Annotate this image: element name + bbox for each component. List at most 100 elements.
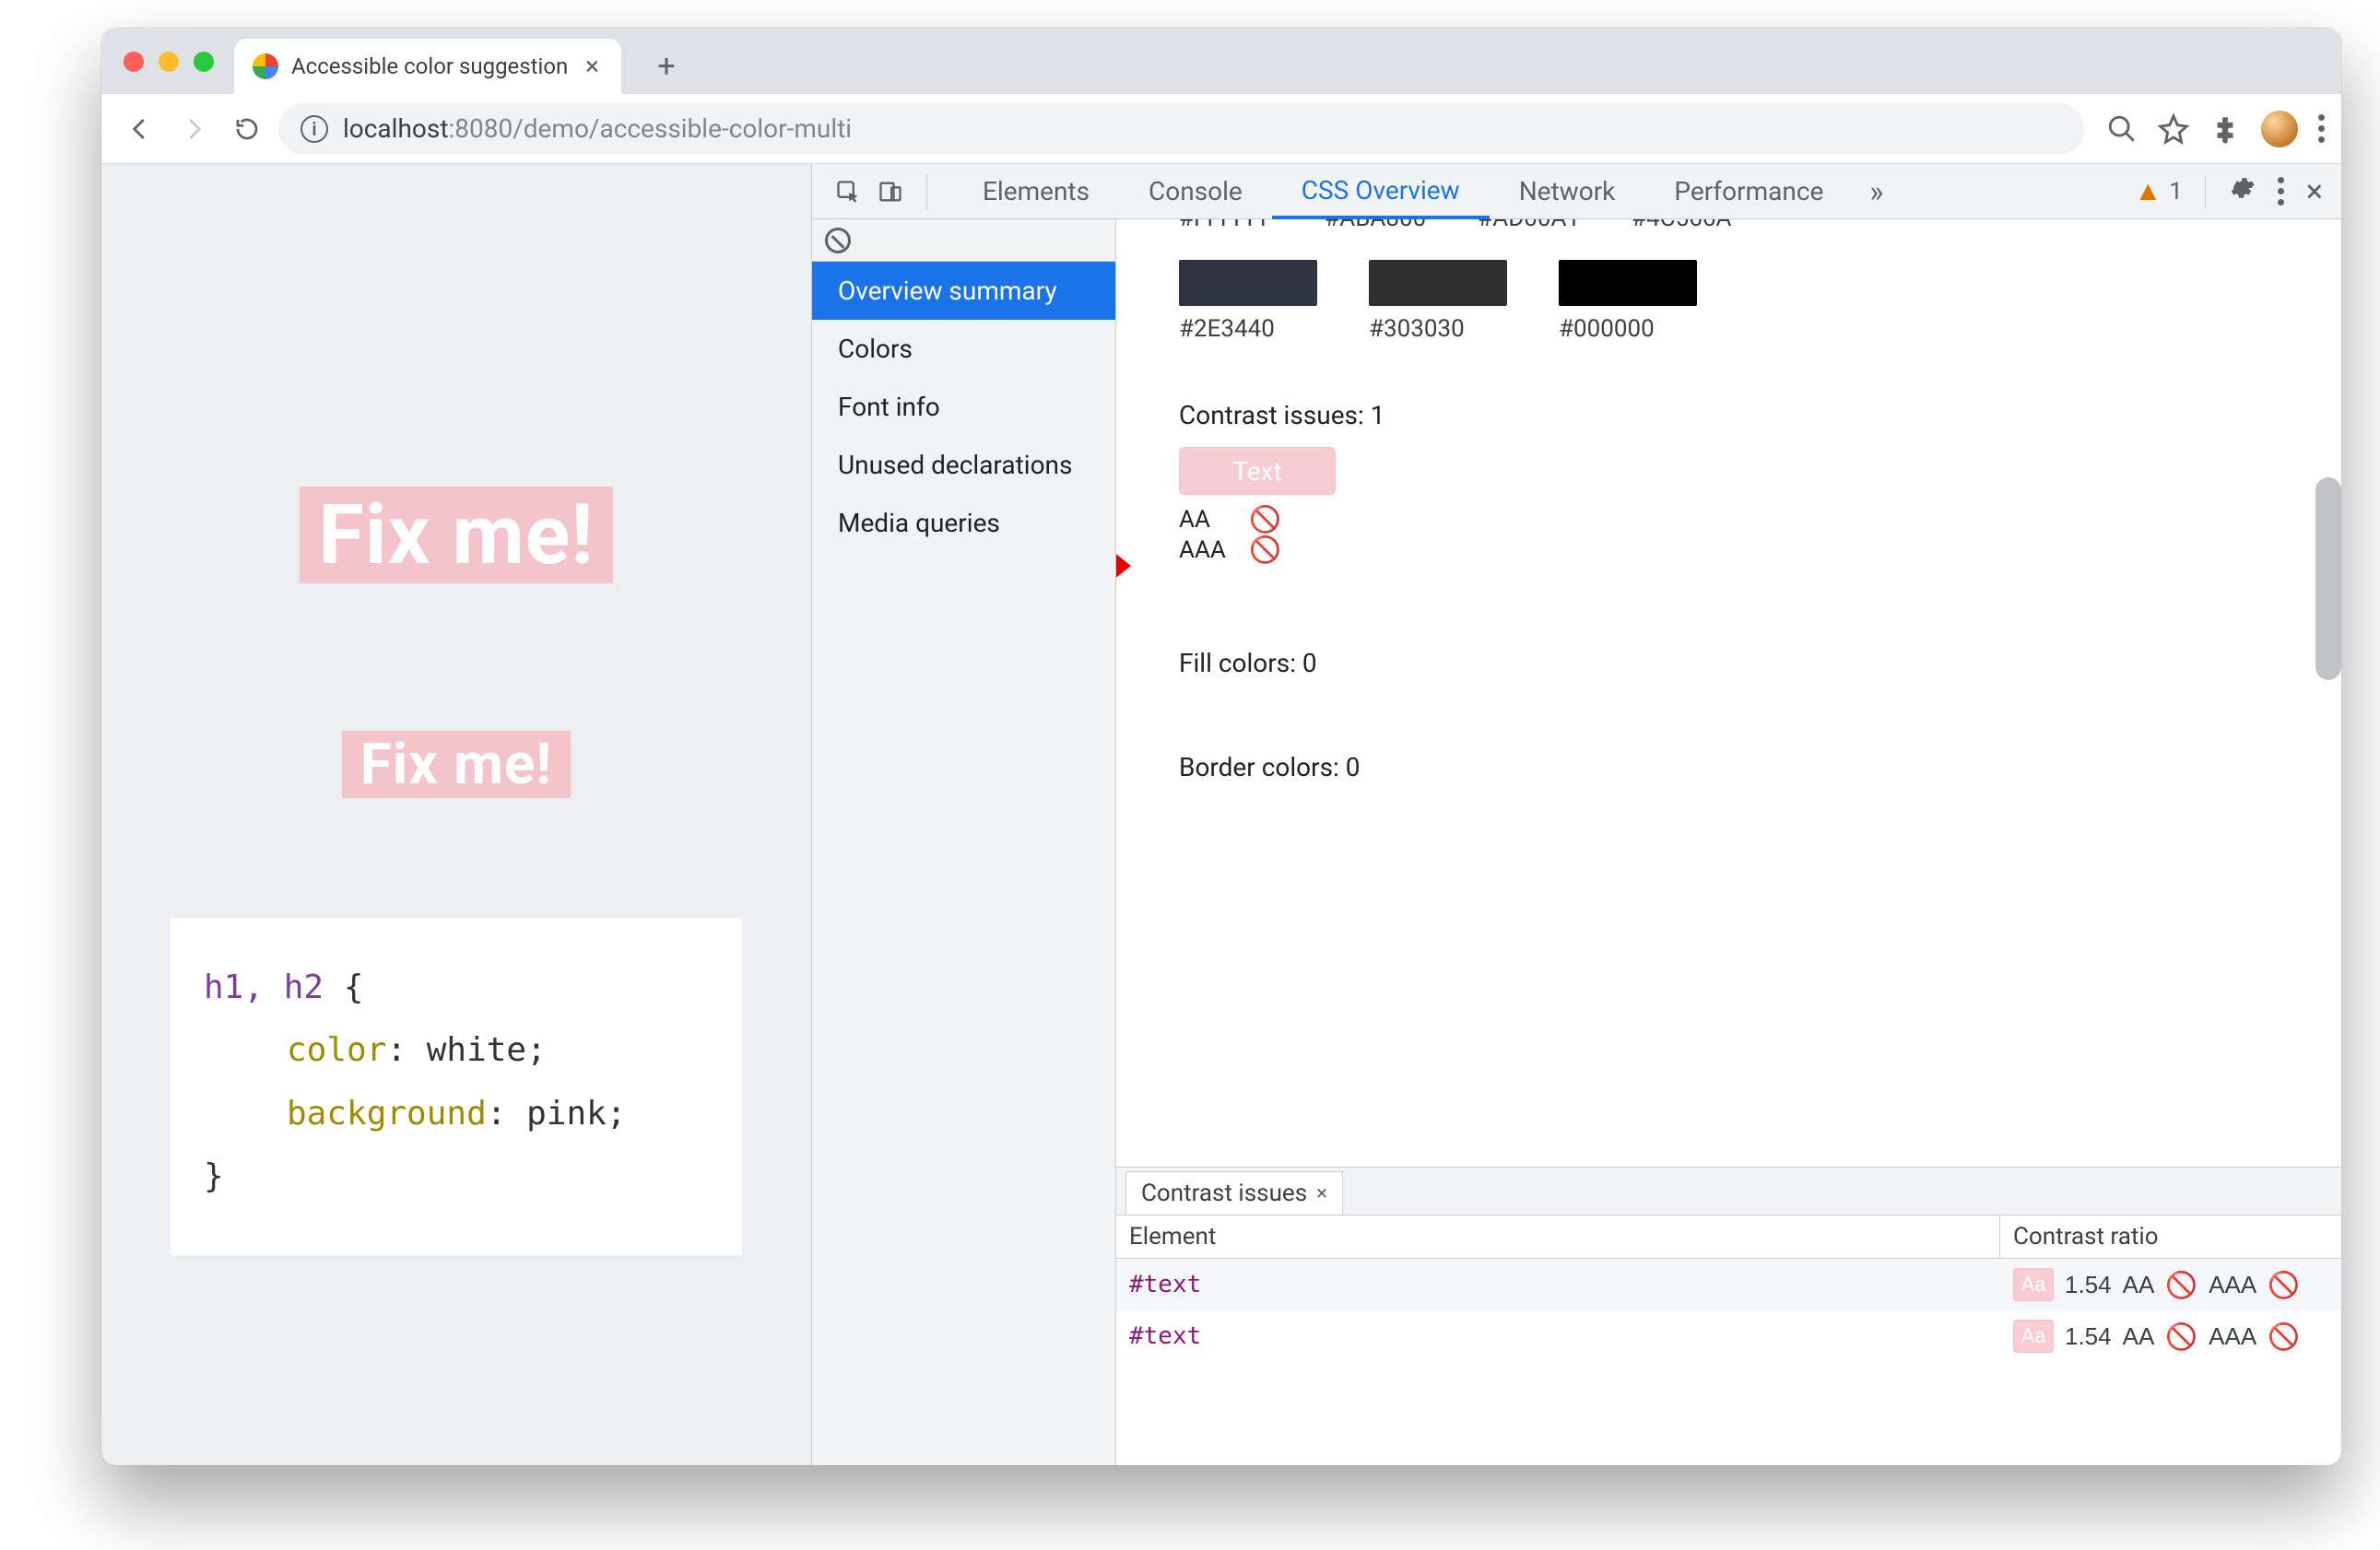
page-viewport: Fix me! Fix me! h1, h2 { color: white; b… bbox=[101, 164, 811, 1465]
swatch-label: #AD00A1 bbox=[1478, 219, 1580, 232]
url-path: :8080/demo/accessible-color-multi bbox=[448, 113, 852, 144]
swatch-label: #2E3440 bbox=[1179, 315, 1317, 343]
fail-icon: 🚫 bbox=[1249, 504, 1281, 534]
css-overview-main: #FFFFFF #ABA800 #AD00A1 #4C566A #2E3440 bbox=[1116, 219, 2341, 1465]
sidebar-item-media-queries[interactable]: Media queries bbox=[812, 494, 1115, 552]
sidebar-item-overview-summary[interactable]: Overview summary bbox=[812, 262, 1115, 320]
tab-performance[interactable]: Performance bbox=[1644, 164, 1853, 219]
inspect-element-icon[interactable] bbox=[829, 172, 867, 211]
url-host: localhost bbox=[343, 113, 448, 144]
table-row bbox=[1116, 1362, 2341, 1414]
issues-badge[interactable]: ▲ 1 bbox=[2135, 175, 2183, 207]
code-val-background: : pink; bbox=[487, 1095, 627, 1133]
table-row bbox=[1116, 1414, 2341, 1465]
code-prop-background: background bbox=[287, 1095, 487, 1133]
color-swatch[interactable] bbox=[1559, 260, 1697, 306]
omnibox[interactable]: i localhost:8080/demo/accessible-color-m… bbox=[278, 103, 2084, 155]
code-brace-close: } bbox=[204, 1157, 224, 1195]
window-controls bbox=[118, 39, 223, 94]
new-tab-button[interactable]: + bbox=[643, 43, 689, 89]
clear-overview-icon[interactable] bbox=[825, 228, 851, 253]
contrast-swatch-label: Aa bbox=[2021, 1324, 2046, 1348]
fail-icon: 🚫 bbox=[2268, 1270, 2300, 1300]
aaa-label: AAA bbox=[1179, 536, 1234, 564]
fail-icon: 🚫 bbox=[2165, 1321, 2197, 1352]
code-prop-color: color bbox=[287, 1031, 386, 1069]
toolbar-right bbox=[2106, 111, 2325, 147]
tab-close-icon[interactable]: × bbox=[585, 53, 599, 79]
issues-count: 1 bbox=[2169, 178, 2183, 205]
tab-elements[interactable]: Elements bbox=[953, 164, 1119, 219]
extensions-icon[interactable] bbox=[2209, 113, 2241, 145]
fail-icon: 🚫 bbox=[1249, 534, 1281, 565]
bookmark-icon[interactable] bbox=[2158, 113, 2189, 145]
aa-label: AA bbox=[1179, 506, 1234, 534]
reload-button[interactable] bbox=[225, 107, 269, 151]
scrollbar[interactable] bbox=[2315, 477, 2341, 680]
site-info-icon[interactable]: i bbox=[300, 115, 328, 143]
zoom-icon[interactable] bbox=[2106, 113, 2138, 145]
chrome-menu-button[interactable] bbox=[2318, 114, 2325, 143]
code-val-color: : white; bbox=[386, 1031, 546, 1069]
sidebar-item-unused-declarations[interactable]: Unused declarations bbox=[812, 436, 1115, 494]
col-element: Element bbox=[1116, 1215, 2000, 1258]
aaa-label: AAA bbox=[2209, 1322, 2256, 1351]
contrast-swatch-label: Aa bbox=[2021, 1273, 2046, 1297]
aaa-label: AAA bbox=[2209, 1271, 2256, 1299]
window-minimize-icon[interactable] bbox=[159, 52, 179, 72]
contrast-issues-title: Contrast issues: 1 bbox=[1179, 400, 2319, 430]
tabs-overflow-icon[interactable]: » bbox=[1853, 174, 1900, 209]
devtools-menu-icon[interactable] bbox=[2278, 177, 2284, 205]
drawer-tab-label: Contrast issues bbox=[1141, 1180, 1307, 1207]
window-close-icon[interactable] bbox=[124, 52, 144, 72]
color-swatch[interactable] bbox=[1179, 260, 1317, 306]
contrast-issue-swatch[interactable]: Text bbox=[1179, 447, 1336, 495]
contrast-issue-swatch-label: Text bbox=[1232, 456, 1281, 487]
browser-window: Accessible color suggestion × + i localh… bbox=[101, 28, 2341, 1465]
color-swatch[interactable] bbox=[1369, 260, 1507, 306]
sidebar-item-colors[interactable]: Colors bbox=[812, 320, 1115, 378]
contrast-drawer: Contrast issues × Element Contrast ratio… bbox=[1116, 1167, 2341, 1465]
fill-colors-title: Fill colors: 0 bbox=[1179, 648, 2319, 678]
swatch-label: #000000 bbox=[1559, 315, 1697, 343]
element-name: #text bbox=[1116, 1322, 2000, 1350]
profile-avatar[interactable] bbox=[2261, 111, 2298, 147]
col-contrast-ratio: Contrast ratio bbox=[2000, 1215, 2341, 1258]
tab-title: Accessible color suggestion bbox=[291, 53, 568, 79]
forward-button[interactable] bbox=[171, 107, 216, 151]
annotation-arrow-icon bbox=[1116, 536, 1131, 595]
drawer-tab-contrast-issues[interactable]: Contrast issues × bbox=[1125, 1171, 1343, 1215]
contrast-ratio: 1.54 bbox=[2065, 1322, 2112, 1351]
aa-label: AA bbox=[2123, 1271, 2155, 1299]
fail-icon: 🚫 bbox=[2268, 1321, 2300, 1352]
content: Fix me! Fix me! h1, h2 { color: white; b… bbox=[101, 164, 2341, 1465]
contrast-ratio: 1.54 bbox=[2065, 1271, 2112, 1299]
css-overview-sidebar: Overview summary Colors Font info Unused… bbox=[812, 219, 1116, 1465]
devtools-settings-icon[interactable] bbox=[2228, 174, 2256, 208]
favicon-icon bbox=[253, 53, 278, 79]
table-row[interactable]: #text Aa 1.54 AA 🚫 AAA 🚫 bbox=[1116, 1259, 2341, 1310]
tab-css-overview[interactable]: CSS Overview bbox=[1272, 164, 1490, 219]
code-block: h1, h2 { color: white; background: pink;… bbox=[171, 918, 742, 1255]
device-toolbar-icon[interactable] bbox=[871, 172, 910, 211]
tabstrip: Accessible color suggestion × + bbox=[101, 28, 2341, 94]
tab-console[interactable]: Console bbox=[1119, 164, 1272, 219]
back-button[interactable] bbox=[118, 107, 162, 151]
aa-label: AA bbox=[2123, 1322, 2155, 1351]
toolbar: i localhost:8080/demo/accessible-color-m… bbox=[101, 94, 2341, 164]
tab-network[interactable]: Network bbox=[1490, 164, 1645, 219]
close-icon[interactable]: × bbox=[1316, 1182, 1327, 1205]
table-row[interactable]: #text Aa 1.54 AA 🚫 AAA 🚫 bbox=[1116, 1310, 2341, 1362]
border-colors-title: Border colors: 0 bbox=[1179, 752, 2319, 782]
color-swatches-row: #2E3440 #303030 #000000 bbox=[1179, 260, 2319, 343]
sidebar-item-font-info[interactable]: Font info bbox=[812, 378, 1115, 436]
browser-tab[interactable]: Accessible color suggestion × bbox=[234, 39, 621, 94]
code-brace-open: { bbox=[324, 969, 363, 1006]
contrast-levels: AA 🚫 AAA 🚫 bbox=[1179, 504, 2319, 565]
page-h1: Fix me! bbox=[300, 487, 612, 583]
contrast-swatch: Aa bbox=[2013, 1268, 2054, 1301]
window-zoom-icon[interactable] bbox=[194, 52, 214, 72]
swatch-label: #4C566A bbox=[1632, 219, 1731, 232]
drawer-header: Element Contrast ratio bbox=[1116, 1215, 2341, 1259]
devtools-close-icon[interactable]: × bbox=[2306, 173, 2323, 210]
